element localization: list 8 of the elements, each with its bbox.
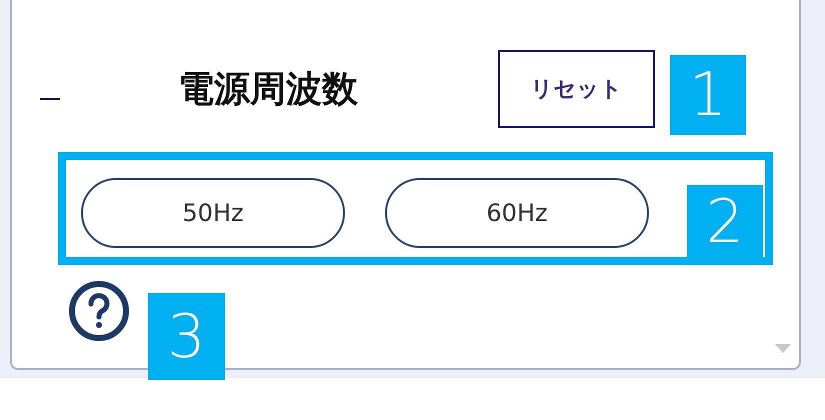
callout-number: 3 bbox=[148, 293, 225, 380]
setting-title: 電源周波数 bbox=[178, 72, 358, 108]
help-icon[interactable] bbox=[68, 280, 130, 342]
callout-number: 1 bbox=[670, 55, 746, 135]
frequency-option[interactable]: 50Hz bbox=[81, 178, 345, 248]
frequency-option[interactable]: 60Hz bbox=[385, 178, 649, 248]
reset-button[interactable]: リセット bbox=[498, 50, 655, 128]
callout-number: 2 bbox=[687, 185, 763, 258]
